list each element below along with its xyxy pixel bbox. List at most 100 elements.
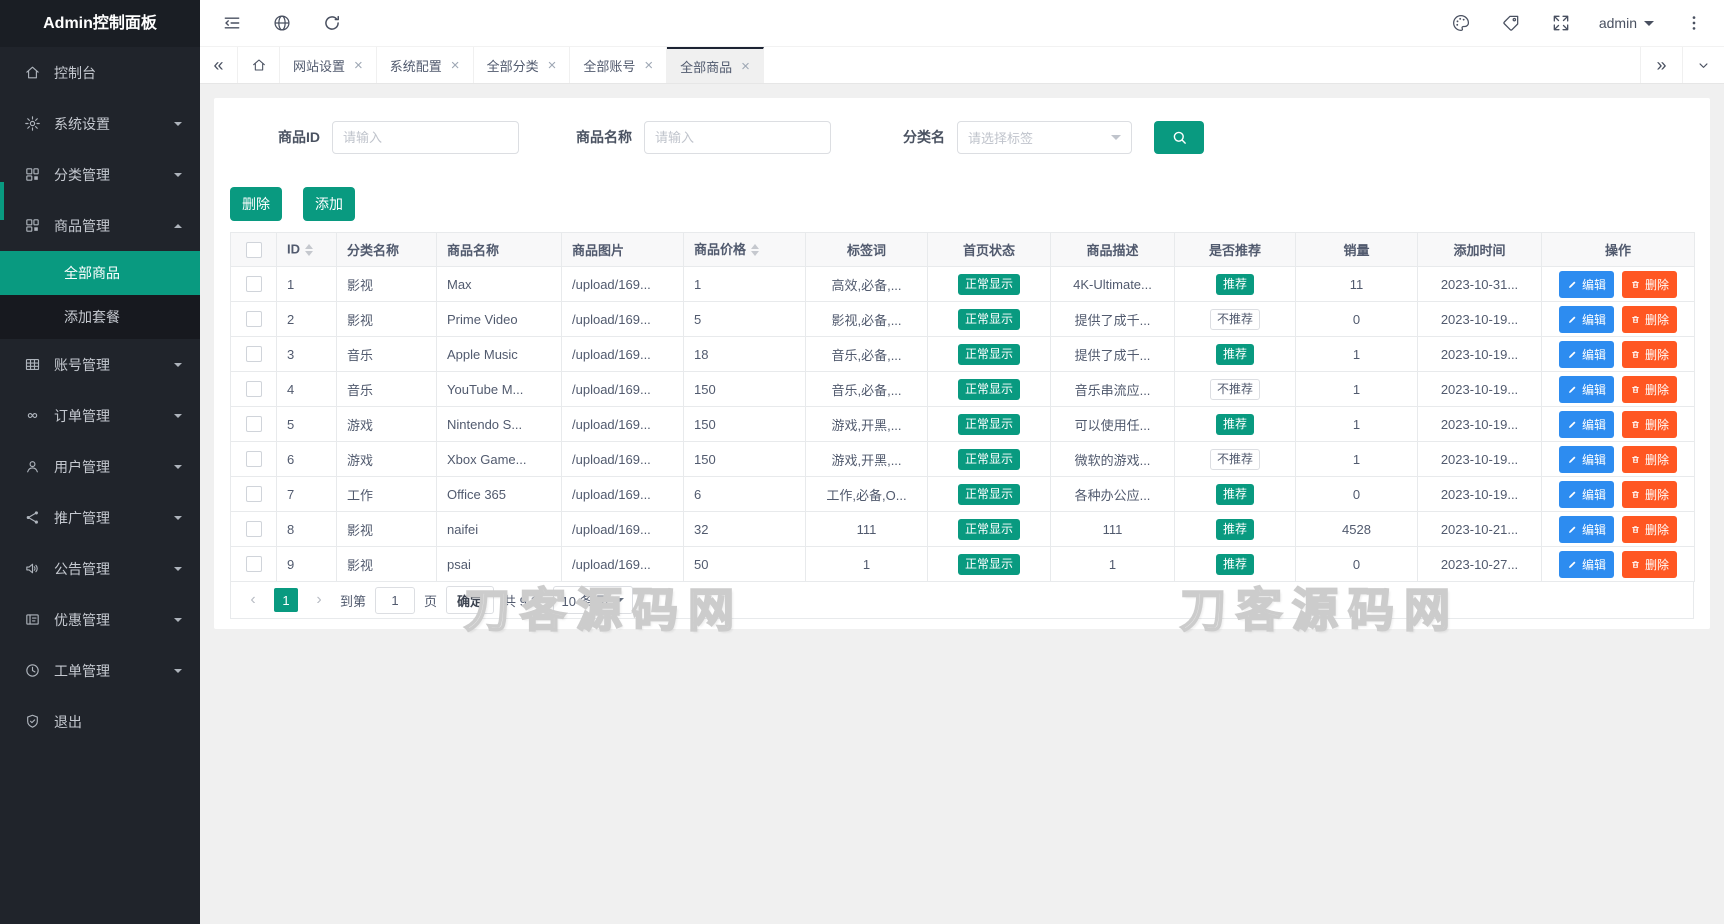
sidebar-item-coupon[interactable]: 优惠管理	[0, 594, 200, 645]
cell-time: 2023-10-19...	[1417, 406, 1542, 442]
sidebar-item-users[interactable]: 用户管理	[0, 441, 200, 492]
delete-row-button[interactable]: 删除	[1622, 515, 1678, 543]
column-header[interactable]: ID	[276, 232, 337, 267]
cell-sales: 0	[1295, 301, 1418, 337]
share-icon	[24, 509, 41, 526]
column-header: 分类名称	[336, 232, 437, 267]
cell-sales: 4528	[1295, 511, 1418, 547]
column-header[interactable]: 商品价格	[683, 232, 806, 267]
edit-button[interactable]: 编辑	[1558, 480, 1614, 508]
tab[interactable]: 网站设置 ×	[280, 47, 377, 83]
select-all-checkbox[interactable]	[245, 241, 262, 258]
scroll-tabs-left-button[interactable]: «	[200, 47, 238, 83]
edit-button[interactable]: 编辑	[1558, 270, 1614, 298]
globe-icon[interactable]	[272, 13, 292, 33]
row-checkbox[interactable]	[245, 381, 262, 398]
cell-image: /upload/169...	[561, 301, 684, 337]
more-options-icon[interactable]	[1684, 13, 1704, 33]
delete-row-button[interactable]: 删除	[1622, 480, 1678, 508]
close-icon[interactable]: ×	[451, 58, 460, 73]
sidebar-item-workorder[interactable]: 工单管理	[0, 645, 200, 696]
row-checkbox[interactable]	[245, 276, 262, 293]
tab[interactable]: 系统配置 ×	[376, 47, 474, 83]
row-checkbox[interactable]	[245, 556, 262, 573]
sort-icon[interactable]	[751, 240, 760, 260]
fullscreen-icon[interactable]	[1551, 13, 1571, 33]
edit-button[interactable]: 编辑	[1558, 410, 1614, 438]
edit-button[interactable]: 编辑	[1558, 375, 1614, 403]
delete-row-button[interactable]: 删除	[1622, 305, 1678, 333]
sidebar-item-dashboard[interactable]: 控制台	[0, 47, 200, 98]
delete-row-button[interactable]: 删除	[1622, 550, 1678, 578]
row-checkbox[interactable]	[245, 311, 262, 328]
chevron-down-icon	[1644, 20, 1654, 31]
sidebar-item-category[interactable]: 分类管理	[0, 149, 200, 200]
page-button[interactable]: 1	[274, 588, 298, 612]
collapse-sidebar-icon[interactable]	[222, 13, 242, 33]
close-icon[interactable]: ×	[644, 58, 653, 73]
cell-price: 18	[683, 336, 806, 372]
delete-row-button[interactable]: 删除	[1622, 410, 1678, 438]
product-id-input[interactable]	[332, 120, 519, 154]
row-checkbox[interactable]	[245, 451, 262, 468]
sidebar-subitem[interactable]: 全部商品	[0, 251, 200, 295]
jump-confirm-button[interactable]: 确定	[446, 586, 495, 614]
edit-button[interactable]: 编辑	[1558, 305, 1614, 333]
prev-page-icon[interactable]: ‹	[241, 588, 265, 612]
cell-id: 1	[276, 266, 337, 302]
cell-desc: 各种办公应...	[1050, 476, 1175, 512]
search-button[interactable]	[1154, 120, 1204, 154]
close-icon[interactable]: ×	[741, 59, 750, 74]
gear-icon	[24, 115, 41, 132]
status-badge: 正常显示	[957, 413, 1020, 435]
column-header: 添加时间	[1417, 232, 1542, 267]
row-checkbox[interactable]	[245, 416, 262, 433]
sidebar-item-logout[interactable]: 退出	[0, 696, 200, 747]
delete-row-button[interactable]: 删除	[1622, 445, 1678, 473]
tag-icon[interactable]	[1501, 13, 1521, 33]
home-tab-button[interactable]	[238, 47, 280, 83]
refresh-icon[interactable]	[322, 13, 342, 33]
cell-price: 1	[683, 266, 806, 302]
table-body: 1 影视 Max/upload/169... 1 高效,必备,... 正常显示 4K-Ult…	[230, 266, 1695, 582]
scroll-tabs-right-button[interactable]: »	[1640, 47, 1682, 83]
theme-palette-icon[interactable]	[1451, 13, 1471, 33]
row-checkbox[interactable]	[245, 346, 262, 363]
sidebar-item-goods[interactable]: 商品管理	[0, 200, 200, 251]
delete-row-button[interactable]: 删除	[1622, 270, 1678, 298]
edit-button[interactable]: 编辑	[1558, 445, 1614, 473]
next-page-icon[interactable]: ›	[307, 588, 331, 612]
tab-options-button[interactable]	[1682, 47, 1724, 83]
close-icon[interactable]: ×	[548, 58, 557, 73]
user-menu[interactable]: admin	[1599, 15, 1654, 31]
delete-row-button[interactable]: 删除	[1622, 375, 1678, 403]
sidebar-subitem[interactable]: 添加套餐	[0, 295, 200, 339]
add-button[interactable]: 添加	[303, 187, 355, 221]
cell-image: /upload/169...	[561, 406, 684, 442]
row-checkbox[interactable]	[245, 486, 262, 503]
close-icon[interactable]: ×	[354, 58, 363, 73]
sidebar-item-system[interactable]: 系统设置	[0, 98, 200, 149]
sidebar-item-promotion[interactable]: 推广管理	[0, 492, 200, 543]
cell-id: 9	[276, 546, 337, 582]
sidebar-item-announce[interactable]: 公告管理	[0, 543, 200, 594]
delete-row-button[interactable]: 删除	[1622, 340, 1678, 368]
edit-button[interactable]: 编辑	[1558, 340, 1614, 368]
jump-page-input[interactable]	[375, 586, 416, 614]
row-checkbox[interactable]	[245, 521, 262, 538]
edit-button[interactable]: 编辑	[1558, 515, 1614, 543]
product-name-input[interactable]	[644, 120, 831, 154]
tab[interactable]: 全部账号 ×	[570, 47, 668, 83]
cell-time: 2023-10-19...	[1417, 336, 1542, 372]
tab[interactable]: 全部商品 ×	[667, 47, 764, 83]
category-select[interactable]: 请选择标签	[957, 120, 1132, 154]
tab[interactable]: 全部分类 ×	[473, 47, 571, 83]
delete-button[interactable]: 删除	[230, 187, 282, 221]
sidebar-item-orders[interactable]: 订单管理	[0, 390, 200, 441]
sidebar-item-accounts[interactable]: 账号管理	[0, 339, 200, 390]
page-size-select[interactable]: 10 条/页	[552, 586, 634, 614]
sort-icon[interactable]	[305, 240, 313, 260]
edit-button[interactable]: 编辑	[1558, 550, 1614, 578]
tab-label: 全部商品	[680, 59, 733, 75]
column-header: 首页状态	[927, 232, 1051, 267]
